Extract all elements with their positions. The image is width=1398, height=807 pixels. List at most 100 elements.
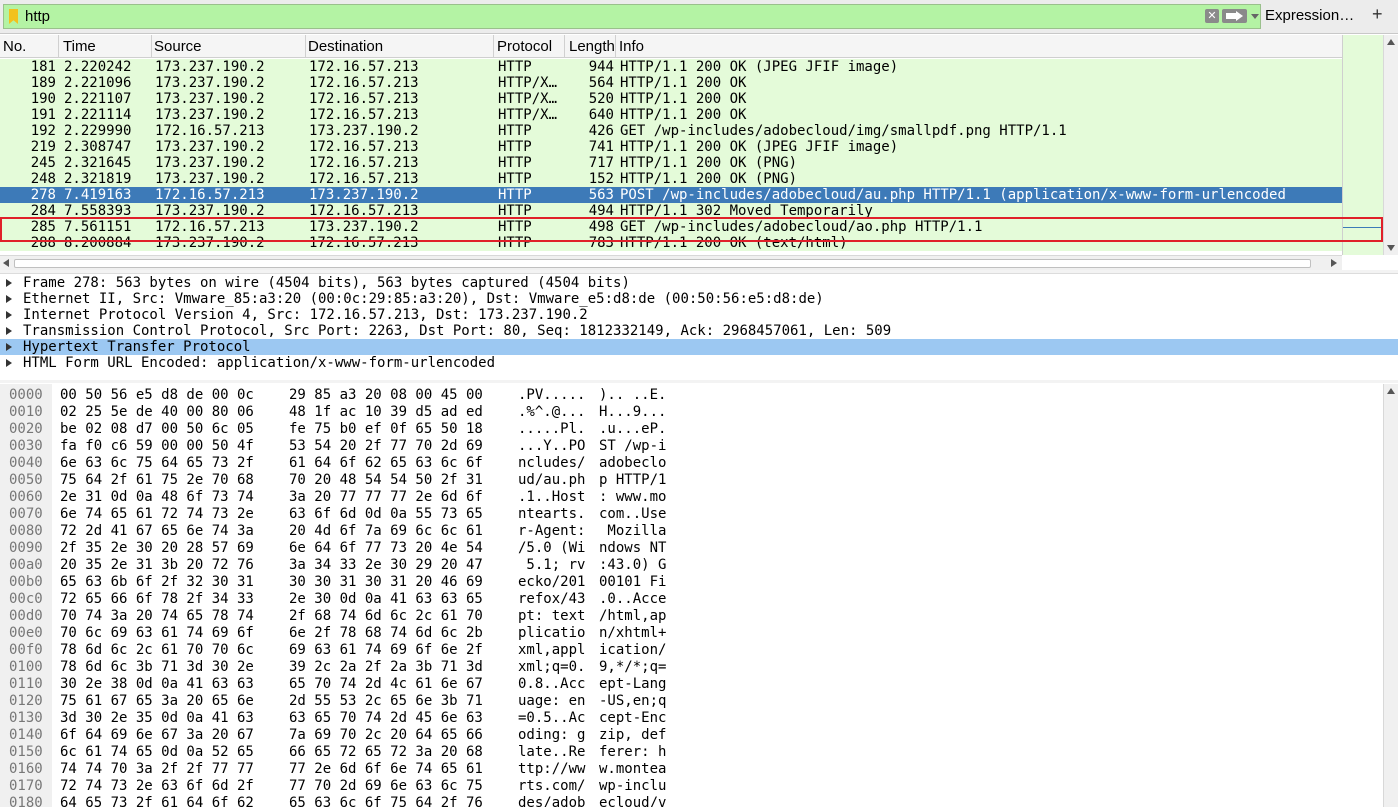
display-filter-input[interactable] [25, 6, 1195, 27]
bytes-row[interactable]: 0030 fa f0 c6 59 00 00 50 4f 53 54 20 2f 7… [0, 438, 1383, 455]
scroll-thumb[interactable] [14, 259, 1311, 268]
packet-list-header: No. Time Source Destination Protocol Len… [0, 35, 1342, 58]
bytes-row[interactable]: 00e0 70 6c 69 63 61 74 69 6f 6e 2f 78 68 7… [0, 625, 1383, 642]
hex-bytes: 2e 31 0d 0a 48 6f 73 74 [60, 489, 254, 505]
scroll-right-icon[interactable] [1331, 259, 1337, 267]
detail-tree-label: Frame 278: 563 bytes on wire (4504 bits)… [23, 275, 630, 291]
hex-bytes: 78 6d 6c 2c 61 70 70 6c [60, 642, 254, 658]
bytes-row[interactable]: 0080 72 2d 41 67 65 6e 74 3a 20 4d 6f 7a 6… [0, 523, 1383, 540]
ascii-bytes: wp-inclu [599, 778, 667, 794]
ascii-bytes: : www.mo [599, 489, 667, 505]
bytes-row[interactable]: 0040 6e 63 6c 75 64 65 73 2f 61 64 6f 62 6… [0, 455, 1383, 472]
packet-details-pane: Frame 278: 563 bytes on wire (4504 bits)… [0, 273, 1398, 377]
detail-tree-item[interactable]: Internet Protocol Version 4, Src: 172.16… [0, 307, 1398, 323]
chevron-down-icon[interactable] [1251, 14, 1259, 19]
packet-row[interactable]: 248 2.321819 173.237.190.2 172.16.57.213 HTT… [0, 171, 1342, 187]
bookmark-icon[interactable] [9, 9, 18, 24]
bytes-row[interactable]: 0100 78 6d 6c 3b 71 3d 30 2e 39 2c 2a 2f 2… [0, 659, 1383, 676]
scroll-down-icon[interactable] [1387, 245, 1395, 251]
bytes-row[interactable]: 0050 75 64 2f 61 75 2e 70 68 70 20 48 54 5… [0, 472, 1383, 489]
bytes-row[interactable]: 0010 02 25 5e de 40 00 80 06 48 1f ac 10 3… [0, 404, 1383, 421]
clear-filter-icon[interactable]: ✕ [1205, 9, 1219, 23]
detail-tree-item[interactable]: Ethernet II, Src: Vmware_85:a3:20 (00:0c… [0, 291, 1398, 307]
packet-no: 189 [30, 75, 56, 91]
bytes-row[interactable]: 0180 64 65 73 2f 61 64 6f 62 65 63 6c 6f 7… [0, 795, 1383, 807]
column-header-protocol[interactable]: Protocol [497, 38, 552, 55]
column-header-length[interactable]: Length [569, 38, 615, 55]
scroll-up-icon[interactable] [1387, 39, 1395, 45]
bytes-row[interactable]: 00f0 78 6d 6c 2c 61 70 70 6c 69 63 61 74 6… [0, 642, 1383, 659]
bytes-row[interactable]: 0170 72 74 73 2e 63 6f 6d 2f 77 70 2d 69 6… [0, 778, 1383, 795]
bytes-row[interactable]: 00d0 70 74 3a 20 74 65 78 74 2f 68 74 6d 6… [0, 608, 1383, 625]
byte-offset: 0180 [9, 795, 43, 807]
display-filter-box[interactable]: ✕ [3, 4, 1261, 29]
packet-row[interactable]: 190 2.221107 173.237.190.2 172.16.57.213 HTT… [0, 91, 1342, 107]
ascii-bytes: 5.1; rv [518, 557, 586, 573]
detail-tree-item[interactable]: HTML Form URL Encoded: application/x-www… [0, 355, 1398, 371]
expand-arrow-icon[interactable] [6, 359, 12, 367]
packet-row[interactable]: 245 2.321645 173.237.190.2 172.16.57.213 HTT… [0, 155, 1342, 171]
apply-filter-icon[interactable] [1222, 9, 1247, 23]
packet-row[interactable]: 189 2.221096 173.237.190.2 172.16.57.213 HTT… [0, 75, 1342, 91]
packet-length: 520 [588, 91, 614, 107]
column-header-info[interactable]: Info [619, 38, 644, 55]
add-filter-button[interactable]: + [1372, 4, 1383, 25]
hex-bytes: 75 61 67 65 3a 20 65 6e [60, 693, 254, 709]
bytes-row[interactable]: 0000 00 50 56 e5 d8 de 00 0c 29 85 a3 20 0… [0, 387, 1383, 404]
hex-bytes: 6e 2f 78 68 74 6d 6c 2b [289, 625, 483, 641]
pane-splitter[interactable] [0, 380, 1398, 383]
expand-arrow-icon[interactable] [6, 279, 12, 287]
bytes-row[interactable]: 0120 75 61 67 65 3a 20 65 6e 2d 55 53 2c 6… [0, 693, 1383, 710]
hex-bytes: 66 65 72 65 72 3a 20 68 [289, 744, 483, 760]
packet-row[interactable]: 181 2.220242 173.237.190.2 172.16.57.213 HTT… [0, 59, 1342, 75]
bytes-row[interactable]: 0110 30 2e 38 0d 0a 41 63 63 65 70 74 2d 4… [0, 676, 1383, 693]
detail-tree-item[interactable]: Hypertext Transfer Protocol [0, 339, 1398, 355]
bytes-row[interactable]: 00b0 65 63 6b 6f 2f 32 30 31 30 30 31 30 3… [0, 574, 1383, 591]
hex-bytes: 72 74 73 2e 63 6f 6d 2f [60, 778, 254, 794]
scroll-up-icon[interactable] [1387, 388, 1395, 394]
packet-row[interactable]: 219 2.308747 173.237.190.2 172.16.57.213 HTT… [0, 139, 1342, 155]
packet-destination: 172.16.57.213 [309, 59, 419, 75]
packet-row-selected[interactable]: 278 7.419163 172.16.57.213 173.237.190.2 HTT… [0, 187, 1342, 203]
expand-arrow-icon[interactable] [6, 311, 12, 319]
column-header-time[interactable]: Time [63, 38, 96, 55]
bytes-row[interactable]: 0160 74 74 70 3a 2f 2f 77 77 77 2e 6d 6f 6… [0, 761, 1383, 778]
expression-button[interactable]: Expression… [1265, 7, 1354, 24]
hex-bytes: 65 70 74 2d 4c 61 6e 67 [289, 676, 483, 692]
detail-tree-item[interactable]: Frame 278: 563 bytes on wire (4504 bits)… [0, 275, 1398, 291]
bytes-row[interactable]: 0150 6c 61 74 65 0d 0a 52 65 66 65 72 65 7… [0, 744, 1383, 761]
hex-bytes: 6f 64 69 6e 67 3a 20 67 [60, 727, 254, 743]
packet-list-scrollbar[interactable] [1383, 35, 1398, 255]
ascii-bytes: uage: en [518, 693, 586, 709]
packet-list-hscrollbar[interactable] [0, 255, 1342, 270]
display-filter-toolbar: ✕ Expression… + [0, 0, 1398, 34]
scroll-left-icon[interactable] [3, 259, 9, 267]
column-header-source[interactable]: Source [154, 38, 202, 55]
bytes-row[interactable]: 00c0 72 65 66 6f 78 2f 34 33 2e 30 0d 0a 4… [0, 591, 1383, 608]
expand-arrow-icon[interactable] [6, 343, 12, 351]
packet-row[interactable]: 192 2.229990 172.16.57.213 173.237.190.2 HTT… [0, 123, 1342, 139]
ascii-bytes: rts.com/ [518, 778, 586, 794]
packet-length: 152 [588, 171, 614, 187]
hex-bytes: 2d 55 53 2c 65 6e 3b 71 [289, 693, 483, 709]
detail-tree-item[interactable]: Transmission Control Protocol, Src Port:… [0, 323, 1398, 339]
ascii-bytes: ecko/201 [518, 574, 586, 590]
bytes-row[interactable]: 0090 2f 35 2e 30 20 28 57 69 6e 64 6f 77 7… [0, 540, 1383, 557]
column-header-destination[interactable]: Destination [308, 38, 383, 55]
column-header-no[interactable]: No. [3, 38, 26, 55]
packet-no: 248 [30, 171, 56, 187]
bytes-row[interactable]: 0140 6f 64 69 6e 67 3a 20 67 7a 69 70 2c 2… [0, 727, 1383, 744]
packet-source: 172.16.57.213 [155, 123, 265, 139]
bytes-row[interactable]: 00a0 20 35 2e 31 3b 20 72 76 3a 34 33 2e 3… [0, 557, 1383, 574]
bytes-row[interactable]: 0060 2e 31 0d 0a 48 6f 73 74 3a 20 77 77 7… [0, 489, 1383, 506]
bytes-row[interactable]: 0070 6e 74 65 61 72 74 73 2e 63 6f 6d 0d 0… [0, 506, 1383, 523]
byte-offset: 0040 [9, 455, 43, 471]
bytes-row[interactable]: 0130 3d 30 2e 35 0d 0a 41 63 63 65 70 74 2… [0, 710, 1383, 727]
expand-arrow-icon[interactable] [6, 295, 12, 303]
expand-arrow-icon[interactable] [6, 327, 12, 335]
bytes-row[interactable]: 0020 be 02 08 d7 00 50 6c 05 fe 75 b0 ef 0… [0, 421, 1383, 438]
bytes-scrollbar[interactable] [1383, 384, 1398, 807]
hex-bytes: 2e 30 0d 0a 41 63 63 65 [289, 591, 483, 607]
packet-row[interactable]: 191 2.221114 173.237.190.2 172.16.57.213 HTT… [0, 107, 1342, 123]
packet-source: 172.16.57.213 [155, 187, 265, 203]
